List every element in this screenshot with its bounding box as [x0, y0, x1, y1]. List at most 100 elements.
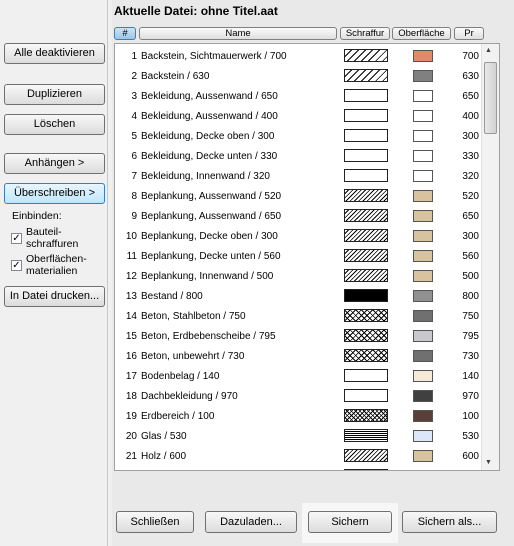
pen-row[interactable]: 11 Beplankung, Decke unten / 560 560	[115, 247, 481, 267]
material-checkbox-label-line2: materialien	[26, 265, 78, 277]
pen-row[interactable]: 21 Holz / 600 600	[115, 447, 481, 467]
pen-row[interactable]: 5 Bekleidung, Decke oben / 300 300	[115, 127, 481, 147]
hatch-preview[interactable]	[344, 209, 388, 222]
pen-row[interactable]: 4 Bekleidung, Aussenwand / 400 400	[115, 107, 481, 127]
pen-row[interactable]: 7 Bekleidung, Innenwand / 320 320	[115, 167, 481, 187]
material-checkbox[interactable]: ✓	[11, 260, 22, 271]
surface-color-swatch[interactable]	[413, 210, 433, 222]
surface-color-swatch[interactable]	[413, 70, 433, 82]
pen-row[interactable]: 15 Beton, Erdbebenscheibe / 795 795	[115, 327, 481, 347]
delete-button[interactable]: Löschen	[4, 114, 105, 135]
hatch-preview[interactable]	[344, 409, 388, 422]
surface-color-swatch[interactable]	[413, 250, 433, 262]
pen-number: 2	[131, 71, 137, 82]
pen-row[interactable]: 20 Glas / 530 530	[115, 427, 481, 447]
pen-row[interactable]: 16 Beton, unbewehrt / 730 730	[115, 347, 481, 367]
pen-row[interactable]: 8 Beplankung, Aussenwand / 520 520	[115, 187, 481, 207]
hatch-preview[interactable]	[344, 89, 388, 102]
load-button[interactable]: Dazuladen...	[205, 511, 297, 533]
scroll-up-arrow-icon[interactable]: ▲	[485, 47, 492, 54]
append-button[interactable]: Anhängen >	[4, 153, 105, 174]
pen-row[interactable]: 1 Backstein, Sichtmauerwerk / 700 700	[115, 47, 481, 67]
surface-color-swatch[interactable]	[413, 330, 433, 342]
hatch-preview[interactable]	[344, 189, 388, 202]
pen-priority: 700	[462, 51, 479, 62]
surface-color-swatch[interactable]	[413, 410, 433, 422]
column-header-number[interactable]: #	[114, 27, 136, 40]
duplicate-button[interactable]: Duplizieren	[4, 84, 105, 105]
hatch-preview[interactable]	[344, 269, 388, 282]
pen-row[interactable]: 22	[115, 467, 481, 471]
column-header-name[interactable]: Name	[139, 27, 337, 40]
hatch-preview[interactable]	[344, 449, 388, 462]
overwrite-button[interactable]: Überschreiben >	[4, 183, 105, 204]
pen-row[interactable]: 2 Backstein / 630 630	[115, 67, 481, 87]
surface-color-swatch[interactable]	[413, 310, 433, 322]
pen-row[interactable]: 18 Dachbekleidung / 970 970	[115, 387, 481, 407]
hatch-preview[interactable]	[344, 149, 388, 162]
surface-color-swatch[interactable]	[413, 150, 433, 162]
scrollbar-thumb[interactable]	[484, 62, 497, 134]
surface-color-swatch[interactable]	[413, 130, 433, 142]
hatch-preview[interactable]	[344, 289, 388, 302]
pen-row[interactable]: 10 Beplankung, Decke oben / 300 300	[115, 227, 481, 247]
hatch-preview[interactable]	[344, 169, 388, 182]
hatch-preview[interactable]	[344, 429, 388, 442]
hatch-preview[interactable]	[344, 329, 388, 342]
column-header-pr[interactable]: Pr	[454, 27, 484, 40]
pen-priority: 650	[462, 211, 479, 222]
pen-row[interactable]: 14 Beton, Stahlbeton / 750 750	[115, 307, 481, 327]
save-button[interactable]: Sichern	[308, 511, 392, 533]
hatch-preview[interactable]	[344, 129, 388, 142]
surface-color-swatch[interactable]	[413, 430, 433, 442]
surface-color-swatch[interactable]	[413, 290, 433, 302]
hatch-preview[interactable]	[344, 309, 388, 322]
hatch-preview[interactable]	[344, 69, 388, 82]
pen-row[interactable]: 17 Bodenbelag / 140 140	[115, 367, 481, 387]
surface-color-swatch[interactable]	[413, 270, 433, 282]
left-panel: Alle deaktivieren Duplizieren Löschen An…	[0, 0, 108, 546]
surface-color-swatch[interactable]	[413, 230, 433, 242]
hatch-preview[interactable]	[344, 229, 388, 242]
surface-color-swatch[interactable]	[413, 370, 433, 382]
surface-color-swatch[interactable]	[413, 170, 433, 182]
close-button[interactable]: Schließen	[116, 511, 194, 533]
pen-row[interactable]: 19 Erdbereich / 100 100	[115, 407, 481, 427]
print-to-file-button[interactable]: In Datei drucken...	[4, 286, 105, 307]
hatch-preview[interactable]	[344, 109, 388, 122]
surface-color-swatch[interactable]	[413, 110, 433, 122]
hatch-preview[interactable]	[344, 349, 388, 362]
hatch-checkbox[interactable]: ✓	[11, 233, 22, 244]
pen-row[interactable]: 13 Bestand / 800 800	[115, 287, 481, 307]
hatch-preview[interactable]	[344, 369, 388, 382]
pen-row[interactable]: 3 Bekleidung, Aussenwand / 650 650	[115, 87, 481, 107]
surface-color-swatch[interactable]	[413, 190, 433, 202]
pen-row[interactable]: 9 Beplankung, Aussenwand / 650 650	[115, 207, 481, 227]
hatch-preview[interactable]	[344, 249, 388, 262]
column-header-surface[interactable]: Oberfläche	[392, 27, 451, 40]
hatch-preview[interactable]	[344, 469, 388, 470]
pen-priority: 320	[462, 171, 479, 182]
deactivate-all-button[interactable]: Alle deaktivieren	[4, 43, 105, 64]
surface-color-swatch[interactable]	[413, 90, 433, 102]
pen-list[interactable]: ▲ ▼ 1 Backstein, Sichtmauerwerk / 700 700 2…	[114, 43, 500, 471]
pen-priority: 140	[462, 371, 479, 382]
hatch-preview[interactable]	[344, 389, 388, 402]
surface-color-swatch[interactable]	[413, 50, 433, 62]
surface-color-swatch[interactable]	[413, 450, 433, 462]
vertical-scrollbar[interactable]: ▲ ▼	[481, 44, 499, 470]
scroll-down-arrow-icon[interactable]: ▼	[485, 459, 492, 466]
pen-number: 5	[131, 131, 137, 142]
surface-color-swatch[interactable]	[413, 390, 433, 402]
surface-color-swatch[interactable]	[413, 470, 433, 471]
surface-color-swatch[interactable]	[413, 350, 433, 362]
column-header-hatch[interactable]: Schraffur	[340, 27, 390, 40]
pen-row[interactable]: 6 Bekleidung, Decke unten / 330 330	[115, 147, 481, 167]
pen-number: 4	[131, 111, 137, 122]
pen-priority: 400	[462, 111, 479, 122]
einbinden-label: Einbinden:	[12, 210, 62, 222]
save-as-button[interactable]: Sichern als...	[402, 511, 497, 533]
pen-row[interactable]: 12 Beplankung, Innenwand / 500 500	[115, 267, 481, 287]
pen-name: Beplankung, Innenwand / 500	[141, 271, 274, 282]
hatch-preview[interactable]	[344, 49, 388, 62]
